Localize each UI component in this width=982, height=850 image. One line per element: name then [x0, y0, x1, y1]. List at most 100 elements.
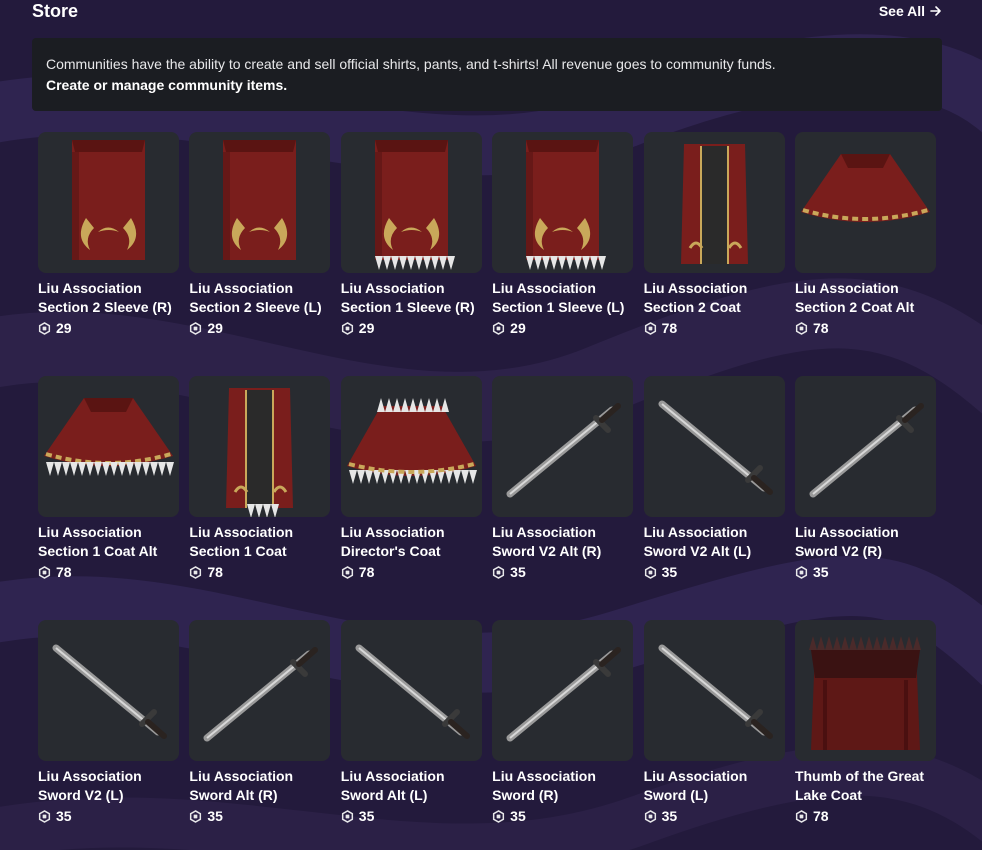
item-image [355, 644, 470, 739]
item-price-value: 78 [812, 808, 829, 824]
manage-items-link[interactable]: Create or manage community items. [46, 74, 928, 96]
item-image [658, 400, 773, 495]
item-thumbnail[interactable] [189, 376, 331, 517]
item-price-value: 29 [510, 320, 526, 336]
item-thumbnail[interactable] [643, 620, 785, 761]
robux-icon [38, 321, 51, 335]
item-name[interactable]: Liu Association Sword V2 (L) [38, 767, 179, 805]
item-price: 29 [492, 320, 633, 336]
item-price-value: 78 [358, 564, 375, 580]
robux-icon [795, 321, 808, 335]
item-image [44, 398, 174, 476]
item-card[interactable]: Liu Association Section 1 Coat 78 [189, 376, 331, 620]
item-thumbnail[interactable] [189, 132, 331, 273]
item-price-value: 78 [661, 320, 678, 336]
item-thumbnail[interactable] [492, 132, 634, 273]
item-card[interactable]: Liu Association Section 2 Sleeve (R) 29 [38, 132, 179, 376]
item-card[interactable]: Liu Association Director's Coat 78 [340, 376, 482, 620]
item-price: 35 [795, 564, 936, 580]
item-image [346, 398, 477, 484]
item-price-value: 35 [358, 808, 375, 824]
robux-icon [644, 809, 656, 823]
robux-icon [493, 809, 505, 823]
item-grid: Liu Association Section 2 Sleeve (R) 29 … [38, 132, 946, 850]
item-thumbnail[interactable] [794, 132, 936, 273]
item-thumbnail[interactable] [492, 376, 634, 517]
item-name[interactable]: Liu Association Section 2 Coat [644, 279, 785, 317]
item-thumbnail[interactable] [794, 620, 936, 761]
item-price: 29 [38, 320, 179, 336]
item-name[interactable]: Liu Association Section 2 Coat Alt [795, 279, 936, 317]
item-thumbnail[interactable] [794, 376, 936, 517]
item-image [526, 140, 607, 270]
robux-icon [493, 565, 505, 579]
item-price: 35 [644, 564, 785, 580]
item-thumbnail[interactable] [38, 620, 179, 761]
item-price: 29 [189, 320, 330, 336]
item-name[interactable]: Liu Association Section 1 Coat [189, 523, 330, 561]
item-card[interactable]: Liu Association Sword V2 (L) 35 [38, 620, 179, 850]
item-card[interactable]: Thumb of the Great Lake Coat 78 [794, 620, 936, 850]
item-name[interactable]: Liu Association Section 2 Sleeve (L) [189, 279, 330, 317]
item-price: 78 [644, 320, 785, 336]
item-name[interactable]: Liu Association Sword (R) [492, 767, 633, 805]
item-name[interactable]: Liu Association Sword (L) [644, 767, 785, 805]
item-thumbnail[interactable] [492, 620, 634, 761]
item-price: 35 [38, 808, 179, 824]
item-image [808, 636, 921, 750]
item-price: 78 [189, 564, 330, 580]
item-price-value: 35 [510, 564, 526, 580]
item-price-value: 78 [812, 320, 829, 336]
item-name[interactable]: Liu Association Sword V2 Alt (R) [492, 523, 633, 561]
robux-icon [341, 565, 353, 579]
item-price: 35 [644, 808, 785, 824]
robux-icon [493, 321, 505, 335]
item-thumbnail[interactable] [38, 132, 179, 273]
item-thumbnail[interactable] [340, 132, 482, 273]
item-price-value: 35 [661, 808, 678, 824]
item-image [223, 140, 297, 260]
item-card[interactable]: Liu Association Section 2 Coat 78 [643, 132, 785, 376]
item-name[interactable]: Liu Association Director's Coat [341, 523, 482, 561]
item-name[interactable]: Liu Association Section 1 Coat Alt [38, 523, 179, 561]
item-card[interactable]: Liu Association Sword (R) 35 [492, 620, 634, 850]
robux-icon [795, 809, 808, 823]
item-card[interactable]: Liu Association Section 2 Coat Alt 78 [794, 132, 936, 376]
item-name[interactable]: Liu Association Sword Alt (L) [341, 767, 482, 805]
item-card[interactable]: Liu Association Section 1 Coat Alt 78 [38, 376, 179, 620]
item-card[interactable]: Liu Association Section 2 Sleeve (L) 29 [189, 132, 331, 376]
item-thumbnail[interactable] [189, 620, 331, 761]
item-name[interactable]: Liu Association Section 2 Sleeve (R) [38, 279, 179, 317]
item-name[interactable]: Thumb of the Great Lake Coat [795, 767, 936, 805]
item-card[interactable]: Liu Association Section 1 Sleeve (L) 29 [492, 132, 634, 376]
robux-icon [38, 809, 51, 823]
item-card[interactable]: Liu Association Section 1 Sleeve (R) 29 [340, 132, 482, 376]
item-name[interactable]: Liu Association Section 1 Sleeve (R) [341, 279, 482, 317]
item-thumbnail[interactable] [38, 376, 179, 517]
item-name[interactable]: Liu Association Sword V2 (R) [795, 523, 936, 561]
item-name[interactable]: Liu Association Section 1 Sleeve (L) [492, 279, 633, 317]
item-thumbnail[interactable] [340, 620, 482, 761]
item-image [52, 644, 167, 739]
item-card[interactable]: Liu Association Sword V2 Alt (R) 35 [492, 376, 634, 620]
arrow-right-icon [930, 6, 941, 16]
item-price-value: 78 [207, 564, 223, 580]
item-thumbnail[interactable] [643, 376, 785, 517]
see-all-label: See All [878, 3, 925, 19]
item-card[interactable]: Liu Association Sword Alt (L) 35 [340, 620, 482, 850]
item-price: 35 [189, 808, 330, 824]
see-all-link[interactable]: See All [879, 3, 942, 19]
item-price-value: 35 [510, 808, 526, 824]
item-card[interactable]: Liu Association Sword V2 (R) 35 [794, 376, 936, 620]
robux-icon [795, 565, 808, 579]
robux-icon [190, 809, 202, 823]
item-thumbnail[interactable] [643, 132, 785, 273]
item-thumbnail[interactable] [340, 376, 482, 517]
item-name[interactable]: Liu Association Sword Alt (R) [189, 767, 330, 805]
item-card[interactable]: Liu Association Sword Alt (R) 35 [189, 620, 331, 850]
item-name[interactable]: Liu Association Sword V2 Alt (L) [644, 523, 785, 561]
item-price: 35 [492, 808, 633, 824]
item-card[interactable]: Liu Association Sword V2 Alt (L) 35 [643, 376, 785, 620]
item-card[interactable]: Liu Association Sword (L) 35 [643, 620, 785, 850]
store-title: Store [32, 1, 79, 21]
